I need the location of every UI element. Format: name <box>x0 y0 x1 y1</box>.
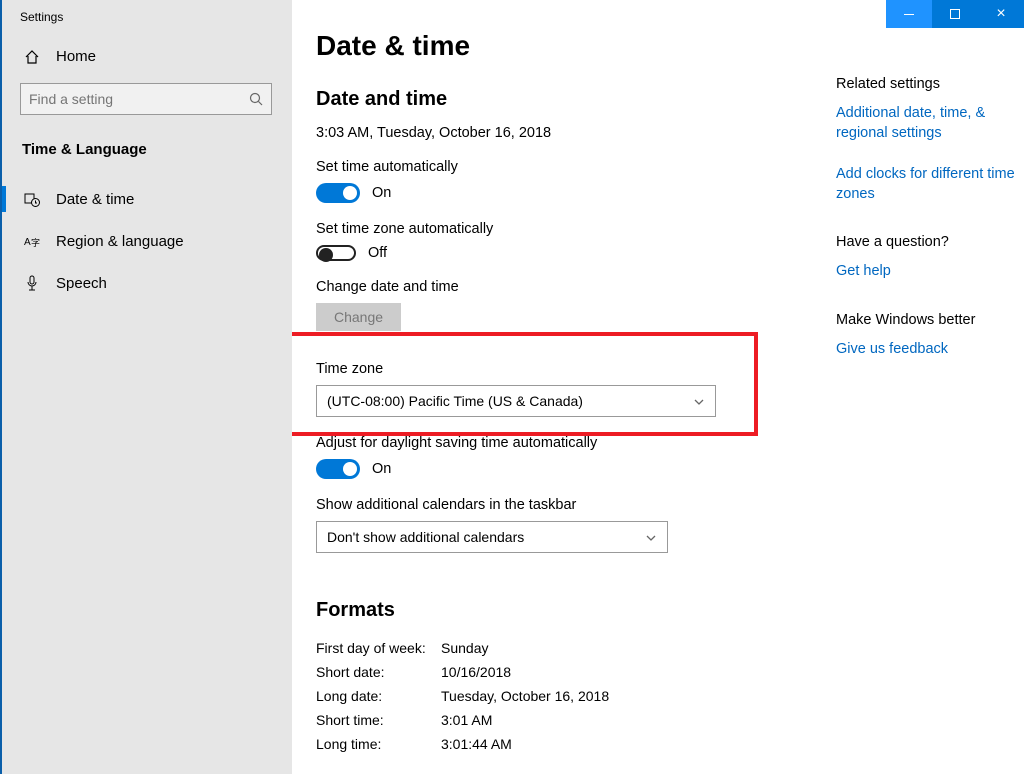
formats-table: First day of week:Sunday Short date:10/1… <box>316 636 1024 756</box>
nav-item-label: Speech <box>56 275 107 292</box>
link-add-clocks[interactable]: Add clocks for different time zones <box>836 165 1018 204</box>
format-key: Long date: <box>316 684 441 708</box>
nav-item-speech[interactable]: Speech <box>2 262 292 304</box>
nav-item-label: Date & time <box>56 191 134 208</box>
search-icon <box>249 92 263 106</box>
sidebar: Settings Home Time & Language Date & tim… <box>2 0 292 774</box>
format-val: 10/16/2018 <box>441 660 511 684</box>
search-input-wrapper[interactable] <box>20 83 272 115</box>
dst-toggle[interactable] <box>316 459 360 479</box>
format-row: Long date:Tuesday, October 16, 2018 <box>316 684 1024 708</box>
nav-list: Date & time A字 Region & language Speech <box>2 168 292 304</box>
format-key: First day of week: <box>316 636 441 660</box>
search-container <box>2 75 292 127</box>
format-row: Short time:3:01 AM <box>316 708 1024 732</box>
svg-text:字: 字 <box>31 237 40 248</box>
language-icon: A字 <box>24 233 40 249</box>
section-heading-formats: Formats <box>316 599 1024 622</box>
dst-label: Adjust for daylight saving time automati… <box>316 435 1024 451</box>
link-additional-settings[interactable]: Additional date, time, & regional settin… <box>836 104 1018 143</box>
timezone-value: (UTC-08:00) Pacific Time (US & Canada) <box>327 393 583 409</box>
calendars-select[interactable]: Don't show additional calendars <box>316 521 668 553</box>
rail-heading-question: Have a question? <box>836 234 1018 250</box>
format-key: Short date: <box>316 660 441 684</box>
link-feedback[interactable]: Give us feedback <box>836 340 1018 360</box>
format-val: Sunday <box>441 636 488 660</box>
microphone-icon <box>24 275 40 291</box>
window-title: Settings <box>2 0 292 38</box>
change-button: Change <box>316 303 401 331</box>
format-val: 3:01:44 AM <box>441 732 512 756</box>
chevron-down-icon <box>645 531 657 543</box>
right-rail: Related settings Additional date, time, … <box>836 76 1024 381</box>
rail-heading-better: Make Windows better <box>836 312 1018 328</box>
dst-state: On <box>372 461 391 477</box>
format-row: Long time:3:01:44 AM <box>316 732 1024 756</box>
rail-heading-related: Related settings <box>836 76 1018 92</box>
nav-item-region-language[interactable]: A字 Region & language <box>2 220 292 262</box>
format-row: First day of week:Sunday <box>316 636 1024 660</box>
format-key: Long time: <box>316 732 441 756</box>
home-label: Home <box>56 48 96 65</box>
format-row: Short date:10/16/2018 <box>316 660 1024 684</box>
format-val: Tuesday, October 16, 2018 <box>441 684 609 708</box>
set-tz-auto-toggle[interactable] <box>316 245 356 261</box>
svg-text:A: A <box>24 237 31 248</box>
timezone-select[interactable]: (UTC-08:00) Pacific Time (US & Canada) <box>316 385 716 417</box>
calendars-value: Don't show additional calendars <box>327 529 524 545</box>
nav-item-label: Region & language <box>56 233 184 250</box>
search-input[interactable] <box>29 91 229 107</box>
set-tz-auto-state: Off <box>368 245 387 261</box>
calendars-label: Show additional calendars in the taskbar <box>316 497 1024 513</box>
clock-calendar-icon <box>24 191 40 207</box>
chevron-down-icon <box>693 395 705 407</box>
format-val: 3:01 AM <box>441 708 492 732</box>
set-time-auto-toggle[interactable] <box>316 183 360 203</box>
home-icon <box>24 50 40 64</box>
set-time-auto-state: On <box>372 185 391 201</box>
page-title: Date & time <box>316 30 1024 62</box>
category-title: Time & Language <box>2 127 292 168</box>
home-nav[interactable]: Home <box>2 38 292 75</box>
settings-window: × Settings Home Time & Language <box>0 0 1024 774</box>
link-get-help[interactable]: Get help <box>836 262 1018 282</box>
nav-item-date-time[interactable]: Date & time <box>2 178 292 220</box>
format-key: Short time: <box>316 708 441 732</box>
